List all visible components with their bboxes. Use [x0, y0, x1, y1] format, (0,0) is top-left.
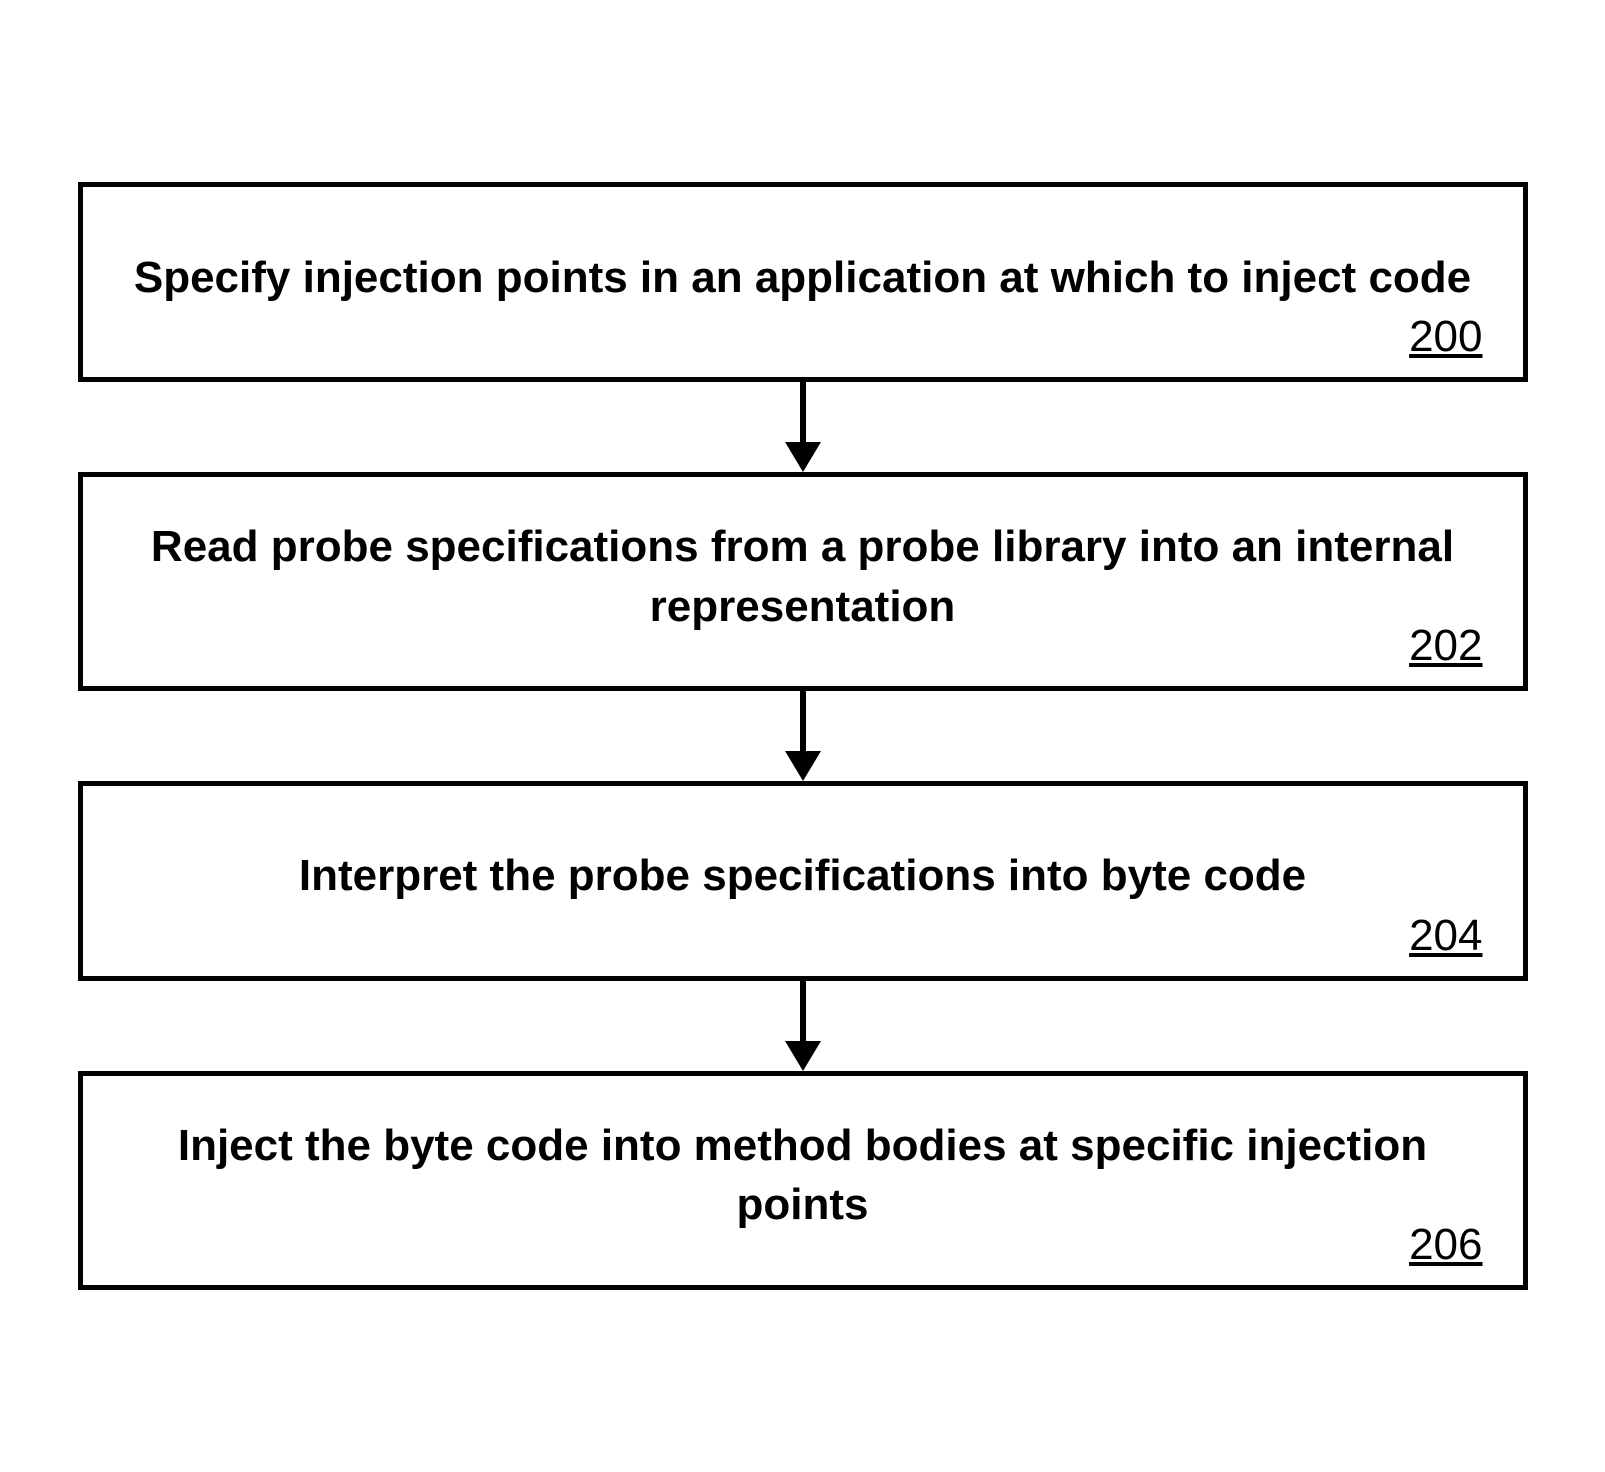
arrow-line-icon — [800, 691, 806, 751]
arrow-2 — [785, 691, 821, 781]
arrow-1 — [785, 382, 821, 472]
step-number-2: 202 — [1409, 621, 1482, 671]
step-number-3: 204 — [1409, 911, 1482, 961]
step-text-3: Interpret the probe specifications into … — [133, 846, 1473, 935]
arrow-head-icon — [785, 442, 821, 472]
flowchart-container: Specify injection points in an applicati… — [78, 182, 1528, 1290]
step-text-1: Specify injection points in an applicati… — [133, 248, 1473, 337]
arrow-head-icon — [785, 1041, 821, 1071]
step-number-4: 206 — [1409, 1220, 1482, 1270]
arrow-head-icon — [785, 751, 821, 781]
arrow-line-icon — [800, 382, 806, 442]
step-box-1: Specify injection points in an applicati… — [78, 182, 1528, 382]
arrow-line-icon — [800, 981, 806, 1041]
step-text-4: Inject the byte code into method bodies … — [133, 1116, 1473, 1265]
step-box-2: Read probe specifications from a probe l… — [78, 472, 1528, 691]
step-number-1: 200 — [1409, 312, 1482, 362]
step-box-3: Interpret the probe specifications into … — [78, 781, 1528, 981]
step-box-4: Inject the byte code into method bodies … — [78, 1071, 1528, 1290]
arrow-3 — [785, 981, 821, 1071]
step-text-2: Read probe specifications from a probe l… — [133, 517, 1473, 666]
